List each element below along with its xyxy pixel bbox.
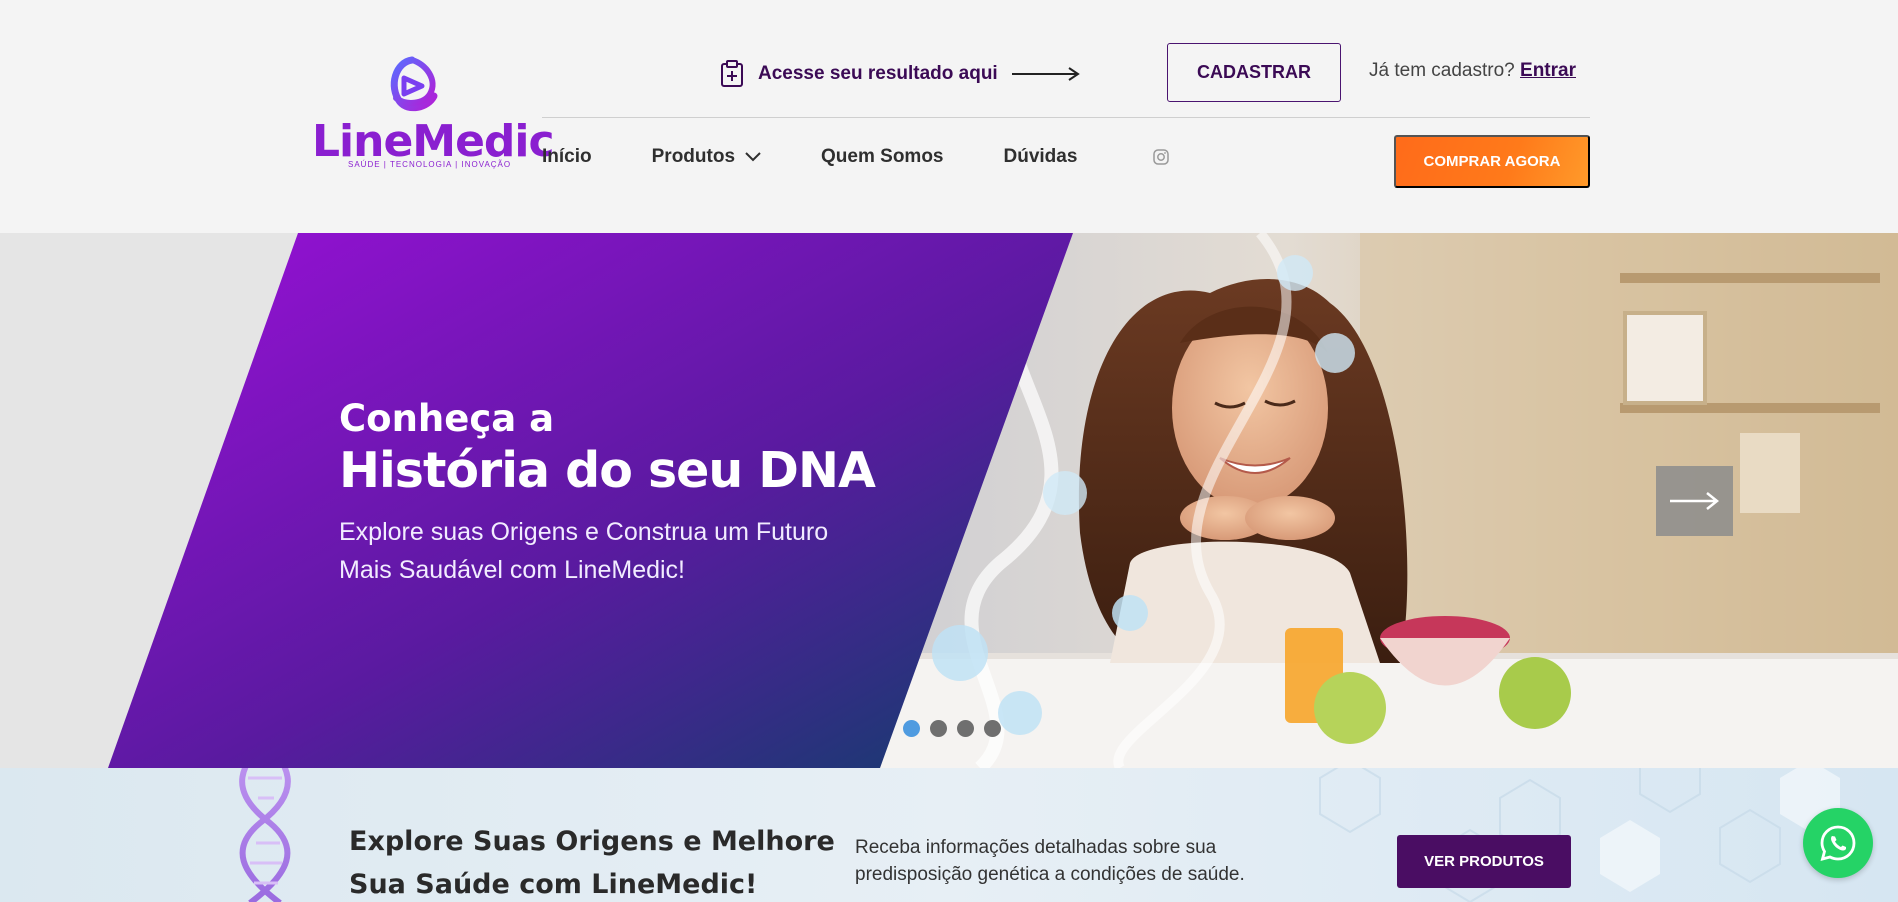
carousel-dots	[903, 720, 1001, 737]
carousel-dot[interactable]	[903, 720, 920, 737]
carousel-next-button[interactable]	[1656, 466, 1733, 536]
dna-helix-icon	[239, 768, 291, 902]
carousel-dot[interactable]	[930, 720, 947, 737]
logo-mark-icon	[390, 56, 438, 112]
result-link-label: Acesse seu resultado aqui	[758, 63, 998, 84]
login-prompt-text: Já tem cadastro?	[1369, 60, 1515, 81]
nav-item-label: Início	[542, 146, 592, 167]
view-products-button[interactable]: VER PRODUTOS	[1397, 835, 1571, 888]
hero-subtitle: Explore suas Origens e Construa um Futur…	[339, 518, 829, 584]
hero-line1: Conheça a	[339, 397, 555, 440]
strip-text: Receba informações detalhadas sobre sua …	[855, 837, 1245, 885]
nav-item-label: Quem Somos	[821, 146, 944, 167]
whatsapp-icon	[1820, 825, 1856, 861]
nav-item-quem-somos[interactable]: Quem Somos	[821, 146, 943, 168]
nav-item-inicio[interactable]: Início	[542, 146, 592, 168]
hero-heading: História do seu DNA	[339, 442, 876, 499]
hero-carousel: Conheça a História do seu DNA Explore su…	[0, 233, 1898, 768]
login-prompt: Já tem cadastro? Entrar	[1369, 60, 1576, 82]
buy-now-button[interactable]: COMPRAR AGORA	[1394, 135, 1590, 188]
carousel-dot[interactable]	[957, 720, 974, 737]
long-arrow-right-icon	[1011, 67, 1080, 81]
nav-item-duvidas[interactable]: Dúvidas	[1004, 146, 1078, 168]
arrow-right-icon	[1669, 492, 1719, 510]
result-link[interactable]: Acesse seu resultado aqui	[720, 60, 1080, 88]
clipboard-icon	[721, 60, 743, 87]
nav-item-produtos[interactable]: Produtos	[652, 146, 761, 168]
site-header: LineMedic SAÚDE | TECNOLOGIA | INOVAÇÃO …	[0, 0, 1898, 233]
promo-strip: Explore Suas Origens e Melhore Sua Saúde…	[0, 768, 1898, 902]
login-link[interactable]: Entrar	[1520, 60, 1576, 81]
header-topbar: Acesse seu resultado aqui CADASTRAR Já t…	[542, 40, 1590, 118]
nav-item-label: Produtos	[651, 146, 736, 167]
main-nav: Início Produtos Quem Somos Dúvidas	[542, 146, 1170, 168]
chevron-down-icon	[745, 152, 761, 162]
register-button[interactable]: CADASTRAR	[1167, 43, 1341, 102]
instagram-icon[interactable]	[1153, 149, 1170, 165]
whatsapp-button[interactable]	[1803, 808, 1873, 878]
carousel-dot[interactable]	[984, 720, 1001, 737]
hero-text: Conheça a História do seu DNA Explore su…	[339, 397, 939, 589]
logo[interactable]: LineMedic SAÚDE | TECNOLOGIA | INOVAÇÃO	[312, 56, 555, 176]
nav-item-label: Dúvidas	[1003, 146, 1078, 167]
strip-title: Explore Suas Origens e Melhore Sua Saúde…	[349, 826, 835, 900]
logo-tagline: SAÚDE | TECNOLOGIA | INOVAÇÃO	[348, 160, 512, 169]
